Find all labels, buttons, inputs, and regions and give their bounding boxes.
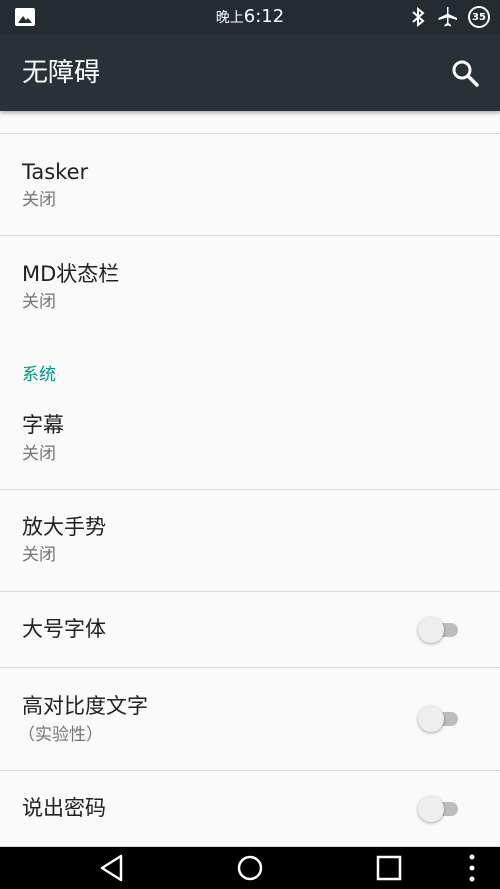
speak-passwords-switch[interactable] [418, 795, 462, 823]
settings-list: Tasker 关闭 MD状态栏 关闭 系统 字幕 关闭 放大手势 关闭 大号字体… [0, 111, 500, 847]
section-header-system: 系统 [22, 365, 56, 385]
setting-summary: 关闭 [22, 545, 56, 565]
setting-title: 字幕 [22, 413, 64, 437]
high-contrast-switch[interactable] [418, 705, 462, 733]
setting-summary: （实验性） [18, 725, 103, 745]
app-bar: 无障碍 [0, 34, 500, 111]
home-icon[interactable] [230, 851, 270, 885]
time-value: 6:12 [243, 6, 285, 27]
navigation-bar [0, 847, 500, 889]
setting-summary: 关闭 [22, 444, 56, 464]
setting-captions[interactable]: 字幕 关闭 [0, 391, 500, 489]
setting-title: MD状态栏 [22, 262, 120, 286]
setting-title: 大号字体 [22, 617, 106, 641]
setting-speak-passwords[interactable]: 说出密码 [0, 771, 500, 847]
page-title: 无障碍 [22, 58, 101, 88]
setting-tasker[interactable]: Tasker 关闭 [0, 134, 500, 236]
switch-thumb [418, 617, 444, 643]
setting-title: 高对比度文字 [22, 694, 148, 718]
battery-icon: 35 [468, 6, 490, 28]
setting-large-text[interactable]: 大号字体 [0, 592, 500, 667]
time-prefix: 晚上 [215, 10, 244, 26]
recents-icon[interactable] [369, 851, 409, 885]
setting-title: Tasker [22, 160, 89, 184]
setting-high-contrast-text[interactable]: 高对比度文字 （实验性） [0, 668, 500, 770]
setting-summary: 关闭 [22, 292, 56, 312]
status-icons: 35 [410, 6, 490, 28]
setting-title: 放大手势 [22, 515, 106, 539]
back-icon[interactable] [92, 851, 132, 885]
menu-icon[interactable] [452, 851, 492, 885]
setting-title: 说出密码 [22, 796, 106, 820]
switch-thumb [418, 706, 444, 732]
airplane-mode-icon [438, 7, 457, 27]
switch-thumb [418, 796, 444, 822]
large-text-switch[interactable] [418, 616, 462, 644]
search-icon[interactable] [450, 58, 480, 88]
battery-level: 35 [472, 11, 486, 23]
bluetooth-icon [412, 7, 425, 27]
status-bar: 晚上6:12 35 [0, 0, 500, 34]
setting-magnification[interactable]: 放大手势 关闭 [0, 490, 500, 591]
setting-md-statusbar[interactable]: MD状态栏 关闭 [0, 236, 500, 326]
setting-summary: 关闭 [22, 190, 56, 210]
